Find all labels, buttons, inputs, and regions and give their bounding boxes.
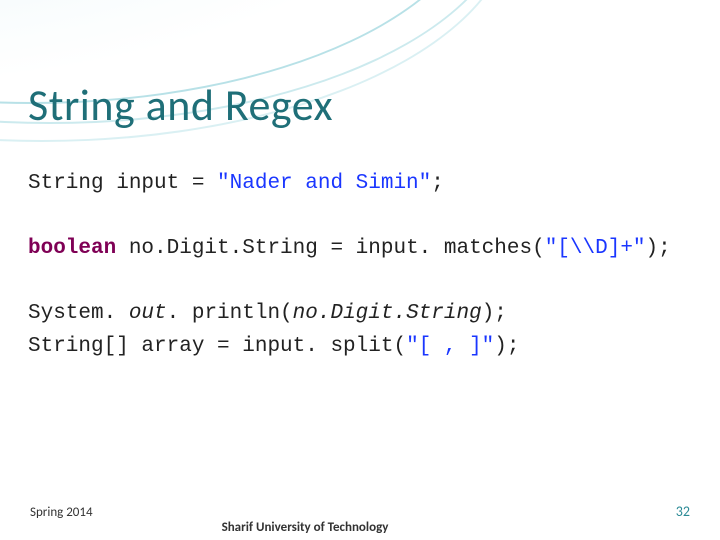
code-block: String input = "Nader and Simin"; boolea… (28, 168, 692, 363)
blank-line (28, 201, 41, 234)
string-literal: "[\\D]+" (545, 237, 646, 260)
code-text: System. (28, 302, 129, 325)
code-text: String[] array = input. split( (28, 335, 406, 358)
code-line-1: String input = "Nader and Simin"; (28, 168, 692, 201)
string-literal: "Nader and Simin" (217, 172, 431, 195)
code-text: ; (431, 172, 444, 195)
keyword: boolean (28, 237, 116, 260)
italic-ident: out (129, 302, 167, 325)
code-text: ); (494, 335, 519, 358)
footer-page-number: 32 (676, 503, 690, 520)
code-text: no.Digit.String = input. matches( (116, 237, 544, 260)
slide: String and Regex String input = "Nader a… (0, 0, 720, 540)
footer-semester: Spring 2014 (30, 505, 93, 520)
code-line-2: boolean no.Digit.String = input. matches… (28, 233, 692, 266)
code-text: String input = (28, 172, 217, 195)
italic-ident: no.Digit.String (293, 302, 482, 325)
footer-affiliation: Sharif University of Technology (0, 520, 720, 535)
string-literal: "[ , ]" (406, 335, 494, 358)
blank-line (28, 266, 41, 299)
code-text: ); (646, 237, 671, 260)
code-line-4: String[] array = input. split("[ , ]"); (28, 331, 692, 364)
code-line-3: System. out. println(no.Digit.String); (28, 298, 692, 331)
code-text: . println( (167, 302, 293, 325)
code-text: ); (482, 302, 507, 325)
slide-title: String and Regex (28, 78, 333, 132)
